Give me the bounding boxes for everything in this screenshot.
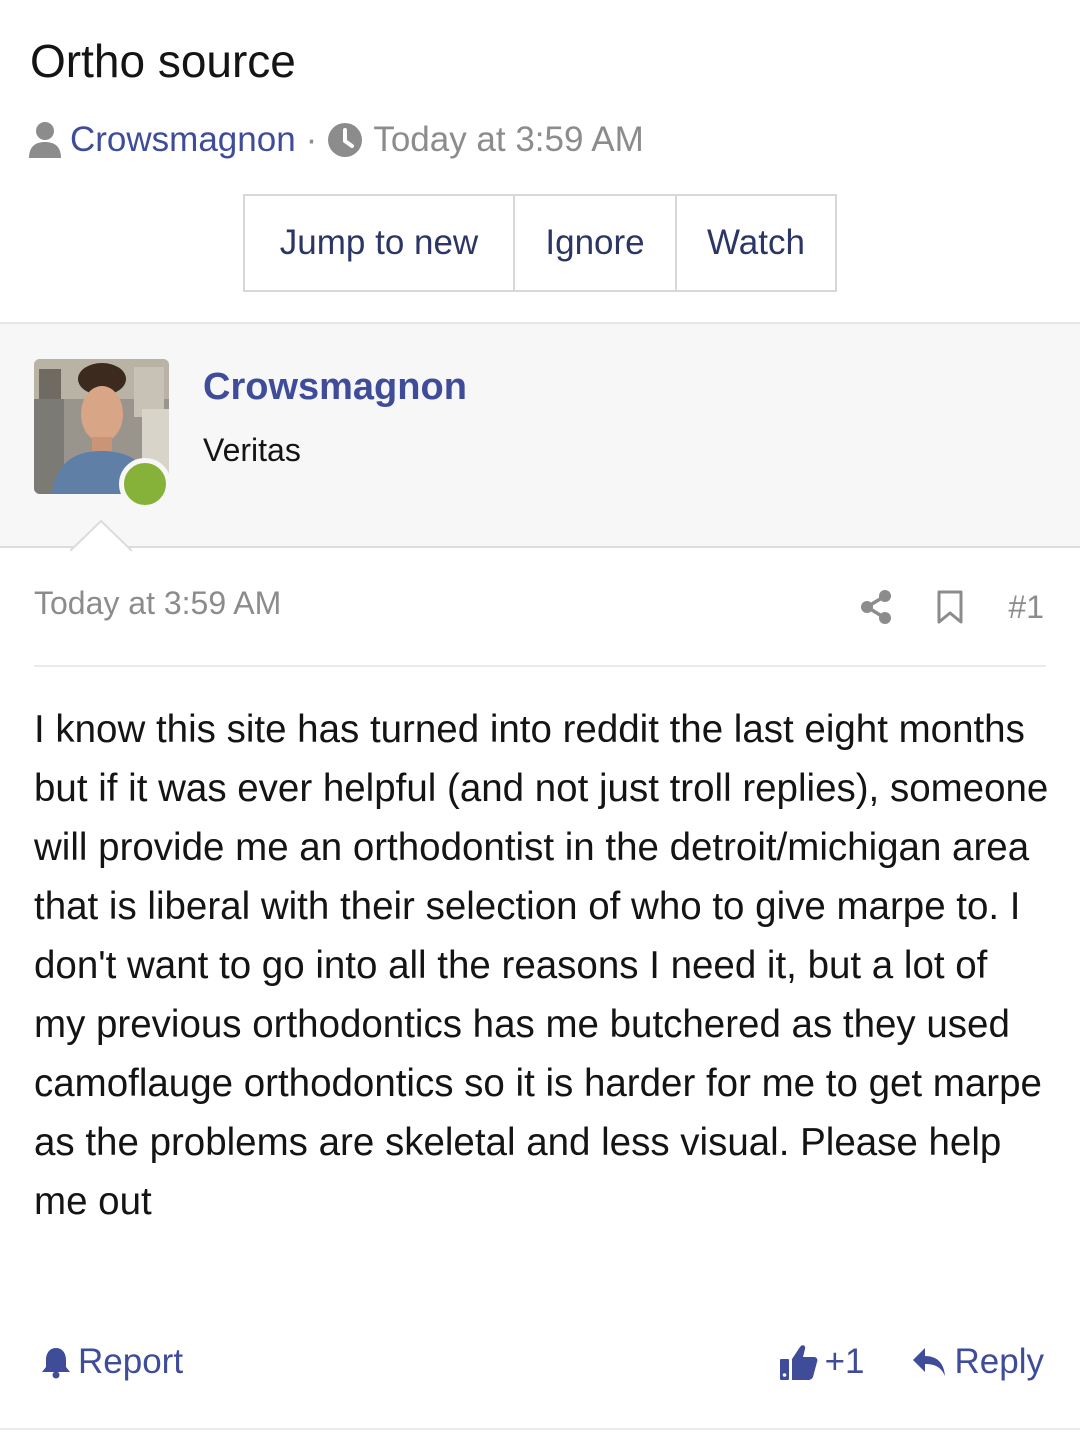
- bookmark-icon[interactable]: [936, 590, 964, 624]
- user-icon: [28, 121, 62, 159]
- thread-title: Ortho source: [30, 35, 296, 87]
- post-username[interactable]: Crowsmagnon: [203, 366, 467, 409]
- post-footer-actions: +1 Reply: [779, 1340, 1044, 1384]
- bell-icon: [40, 1345, 72, 1379]
- thread-meta: Crowsmagnon · Today at 3:59 AM: [28, 118, 644, 162]
- jump-to-new-button[interactable]: Jump to new: [245, 196, 513, 290]
- meta-separator: ·: [305, 120, 318, 159]
- online-status-dot: [119, 458, 171, 510]
- post-divider: [34, 665, 1046, 667]
- share-icon[interactable]: [860, 590, 892, 624]
- thread-author-link[interactable]: Crowsmagnon: [70, 120, 296, 160]
- thread-button-group: Jump to new Ignore Watch: [243, 194, 837, 292]
- reaction-count[interactable]: +1: [825, 1342, 865, 1382]
- ignore-button[interactable]: Ignore: [513, 196, 675, 290]
- post-body: I know this site has turned into reddit …: [34, 708, 1049, 1223]
- post-date[interactable]: Today at 3:59 AM: [34, 585, 281, 622]
- post-actions: #1: [860, 585, 1044, 629]
- report-link[interactable]: Report: [40, 1340, 183, 1384]
- reply-icon: [911, 1346, 947, 1378]
- thumbs-up-icon[interactable]: [779, 1343, 819, 1381]
- bottom-divider: [0, 1428, 1080, 1430]
- clock-icon: [327, 122, 363, 158]
- post-user-block: Crowsmagnon Veritas: [0, 322, 1080, 548]
- reply-button[interactable]: Reply: [911, 1342, 1044, 1382]
- report-label: Report: [78, 1342, 184, 1381]
- thread-date[interactable]: Today at 3:59 AM: [373, 120, 643, 160]
- reply-label: Reply: [954, 1342, 1044, 1381]
- post-number[interactable]: #1: [1008, 589, 1044, 626]
- post-pointer-arrow: [69, 519, 133, 557]
- watch-button[interactable]: Watch: [675, 196, 835, 290]
- user-title: Veritas: [203, 432, 301, 468]
